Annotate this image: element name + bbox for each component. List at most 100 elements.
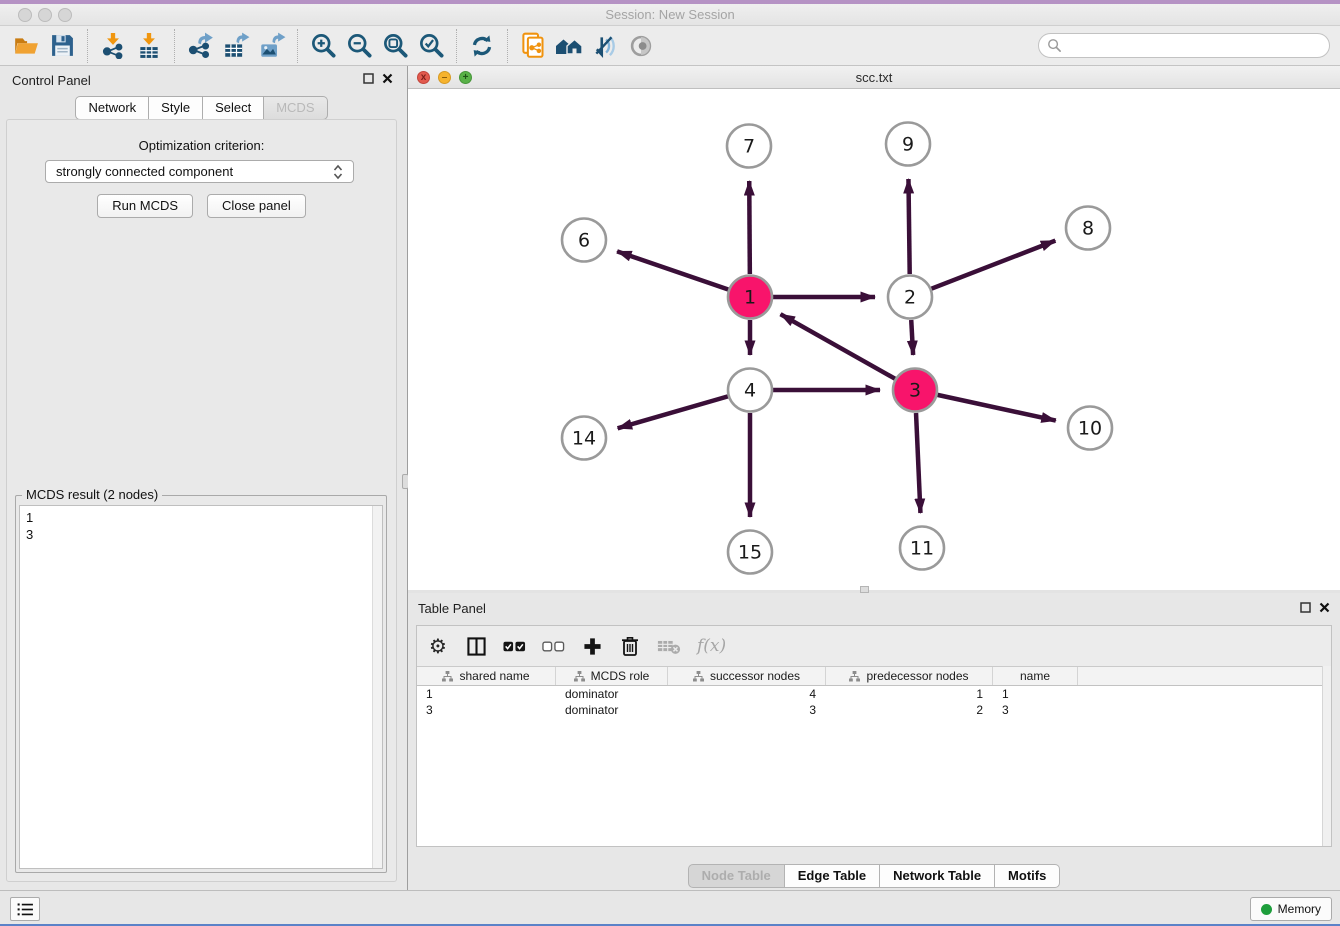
- float-panel-icon[interactable]: [363, 73, 374, 84]
- result-scrollbar[interactable]: [372, 506, 382, 868]
- column-type-icon: [574, 671, 585, 682]
- table-row[interactable]: 1dominator411: [417, 686, 1331, 702]
- edge-1-7[interactable]: [749, 181, 750, 274]
- network-canvas[interactable]: 7968124314101511: [408, 89, 1340, 590]
- search-icon: [1047, 38, 1062, 53]
- column-header-shared-name[interactable]: shared name: [417, 667, 556, 685]
- task-history-button[interactable]: [10, 897, 40, 921]
- table-cell[interactable]: 1: [417, 686, 556, 702]
- network-graph: 7968124314101511: [408, 89, 1340, 590]
- table-settings-button[interactable]: ⚙: [427, 633, 449, 659]
- birds-eye-view-button[interactable]: [623, 29, 659, 63]
- table-cell[interactable]: 2: [826, 702, 993, 718]
- table-cell[interactable]: 1: [993, 686, 1078, 702]
- import-table-from-file-button[interactable]: [131, 29, 167, 63]
- control-tab-mcds[interactable]: MCDS: [264, 96, 327, 120]
- function-builder-button[interactable]: f(x): [697, 633, 726, 659]
- delete-table-icon: [657, 638, 681, 655]
- node-label-9: 9: [902, 134, 914, 156]
- edge-3-10[interactable]: [937, 395, 1055, 421]
- close-panel-button[interactable]: Close panel: [207, 194, 306, 218]
- control-tab-network[interactable]: Network: [75, 96, 149, 120]
- delete-column-button[interactable]: [619, 633, 641, 659]
- table-scrollbar[interactable]: [1322, 666, 1331, 846]
- control-tab-select[interactable]: Select: [203, 96, 264, 120]
- mcds-result-text[interactable]: 13: [19, 505, 383, 869]
- column-header-name[interactable]: name: [993, 667, 1078, 685]
- fit-content-button[interactable]: [377, 29, 413, 63]
- column-header-predecessor-nodes[interactable]: predecessor nodes: [826, 667, 993, 685]
- edge-3-1[interactable]: [780, 314, 894, 379]
- edge-4-14[interactable]: [618, 396, 728, 428]
- checked-boxes-icon: [503, 641, 526, 652]
- close-panel-icon[interactable]: [382, 73, 393, 84]
- table-row[interactable]: 3dominator323: [417, 702, 1331, 718]
- table-cell[interactable]: 3: [668, 702, 826, 718]
- hide-graphics-details-button[interactable]: [587, 29, 623, 63]
- export-image-icon: [259, 32, 286, 59]
- zoom-in-button[interactable]: [305, 29, 341, 63]
- column-header-label: name: [1020, 669, 1050, 683]
- import-network-icon: [100, 33, 126, 59]
- session-home-button[interactable]: [551, 29, 587, 63]
- save-session-button[interactable]: [44, 29, 80, 63]
- float-table-panel-icon[interactable]: [1300, 602, 1311, 613]
- split-table-view-button[interactable]: [465, 633, 487, 659]
- table-cell[interactable]: dominator: [556, 702, 668, 718]
- memory-button[interactable]: Memory: [1250, 897, 1332, 921]
- edge-3-11[interactable]: [916, 413, 920, 513]
- table-panel-title: Table Panel: [418, 601, 486, 616]
- close-table-panel-icon[interactable]: [1319, 602, 1330, 613]
- edge-1-6[interactable]: [617, 251, 728, 289]
- zoom-selected-icon: [418, 32, 445, 59]
- table-cell[interactable]: dominator: [556, 686, 668, 702]
- column-header-successor-nodes[interactable]: successor nodes: [668, 667, 826, 685]
- table-tab-node-table[interactable]: Node Table: [688, 864, 785, 888]
- create-column-button[interactable]: [581, 633, 603, 659]
- export-image-button[interactable]: [254, 29, 290, 63]
- deselect-all-rows-button[interactable]: [542, 633, 565, 659]
- node-label-1: 1: [744, 287, 756, 309]
- gear-icon: ⚙: [429, 636, 447, 656]
- control-tab-style[interactable]: Style: [149, 96, 203, 120]
- delete-table-button[interactable]: [657, 633, 681, 659]
- select-stepper-icon: [333, 164, 343, 180]
- table-cell[interactable]: 1: [826, 686, 993, 702]
- network-window-titlebar[interactable]: x – + scc.txt: [408, 66, 1340, 89]
- toolbar-separator: [297, 29, 298, 63]
- table-cell[interactable]: 3: [417, 702, 556, 718]
- optimization-criterion-select[interactable]: strongly connected component: [45, 160, 354, 183]
- edge-2-8[interactable]: [931, 241, 1055, 289]
- network-file-button[interactable]: [515, 29, 551, 63]
- update-view-button[interactable]: [464, 29, 500, 63]
- search-input[interactable]: [1067, 39, 1317, 53]
- table-cell[interactable]: 3: [993, 702, 1078, 718]
- zoom-out-button[interactable]: [341, 29, 377, 63]
- zoom-selected-button[interactable]: [413, 29, 449, 63]
- table-tab-network-table[interactable]: Network Table: [880, 864, 995, 888]
- horizontal-splitter-handle[interactable]: [860, 586, 869, 593]
- export-table-button[interactable]: [218, 29, 254, 63]
- open-session-button[interactable]: [8, 29, 44, 63]
- search-field[interactable]: [1038, 33, 1330, 58]
- table-cell[interactable]: 4: [668, 686, 826, 702]
- table-tab-motifs[interactable]: Motifs: [995, 864, 1060, 888]
- edge-2-9[interactable]: [908, 179, 909, 274]
- column-header-label: successor nodes: [710, 669, 800, 683]
- import-network-from-file-button[interactable]: [95, 29, 131, 63]
- edge-2-3[interactable]: [911, 320, 913, 355]
- home-icon: [555, 32, 583, 60]
- function-icon: f(x): [697, 636, 726, 656]
- hide-details-icon: [592, 33, 618, 59]
- titlebar[interactable]: Session: New Session: [0, 4, 1340, 26]
- window-title: Session: New Session: [0, 7, 1340, 22]
- column-header-mcds-role[interactable]: MCDS role: [556, 667, 668, 685]
- optimization-criterion-value: strongly connected component: [56, 164, 333, 179]
- network-file-icon: [520, 32, 547, 59]
- table-tab-edge-table[interactable]: Edge Table: [785, 864, 880, 888]
- export-network-button[interactable]: [182, 29, 218, 63]
- select-all-rows-button[interactable]: [503, 633, 526, 659]
- eye-icon: [628, 33, 654, 59]
- network-window-title: scc.txt: [408, 70, 1340, 85]
- run-mcds-button[interactable]: Run MCDS: [97, 194, 193, 218]
